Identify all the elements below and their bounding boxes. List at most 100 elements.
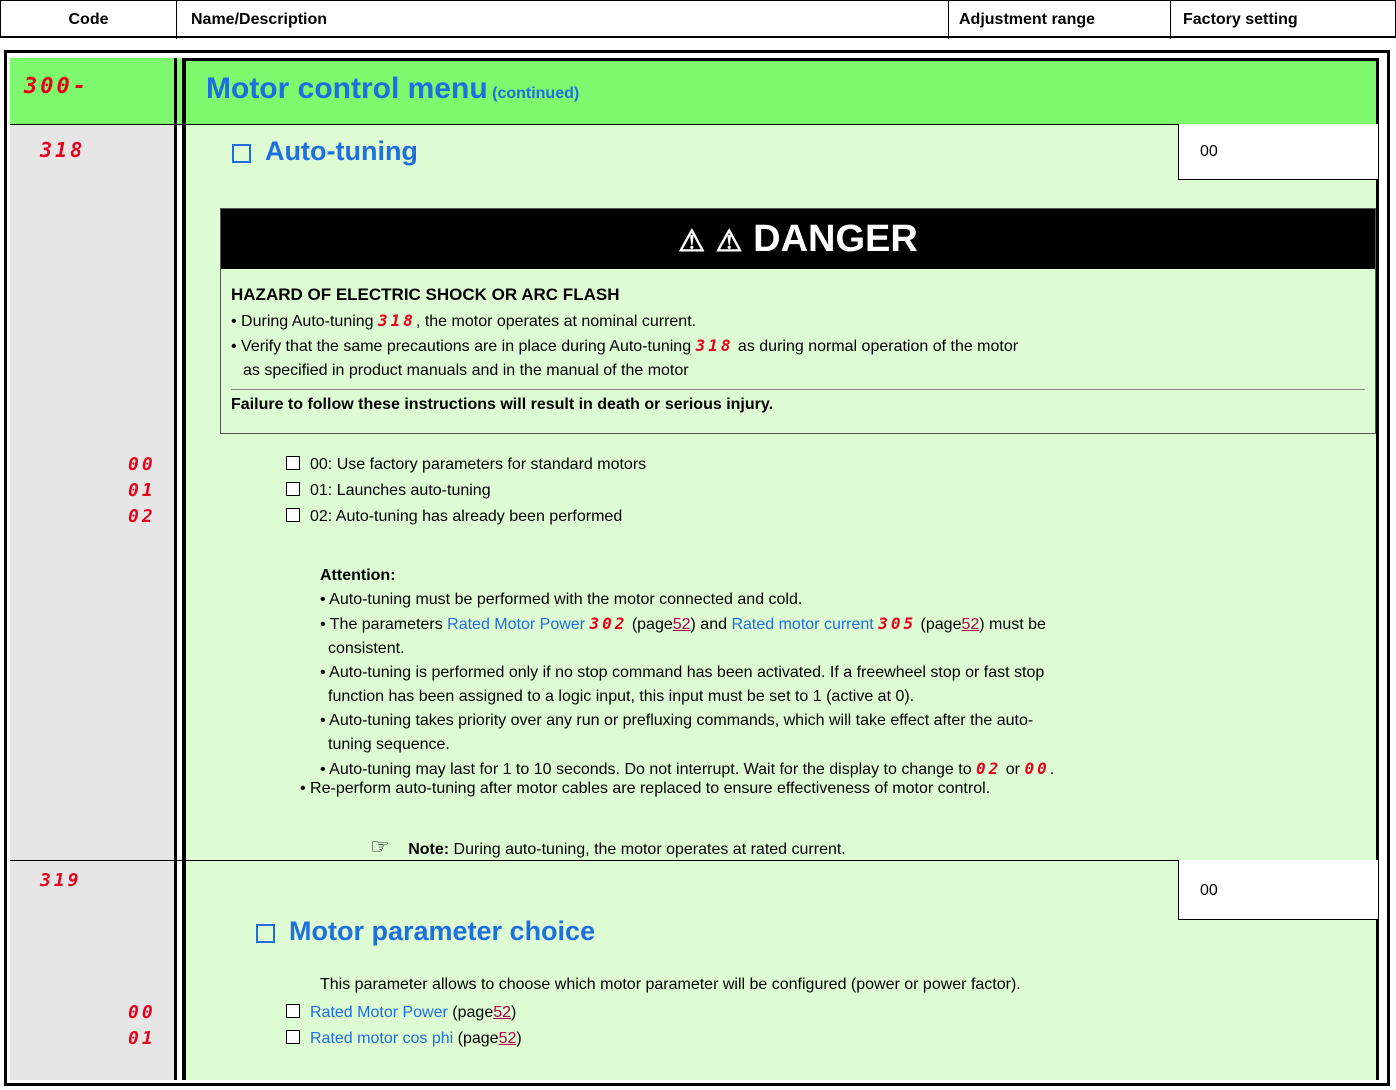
- motorparam-title-text: Motor parameter choice: [289, 916, 596, 946]
- separator-right: [1376, 58, 1379, 1080]
- link-page-52[interactable]: 52: [673, 616, 691, 633]
- note-text: During auto-tuning, the motor operates a…: [453, 841, 846, 858]
- mp-code-01: 01: [128, 1028, 156, 1049]
- option-codes: 00 01 02: [128, 452, 156, 530]
- checkbox-icon: [286, 481, 300, 496]
- att-5-or: or: [1005, 761, 1020, 778]
- link-page-52[interactable]: 52: [499, 1030, 517, 1047]
- note-label: Note:: [408, 841, 450, 858]
- menu-title-suffix: (continued): [492, 85, 580, 102]
- checkbox-icon: [286, 1003, 300, 1018]
- checkbox-icon: [232, 144, 251, 164]
- menu-code: 300-: [24, 74, 89, 99]
- mp-code-00: 00: [128, 1002, 156, 1023]
- att-2-p2-open: (page: [920, 616, 962, 633]
- att-5-text: Auto-tuning may last for 1 to 10 seconds…: [329, 761, 972, 778]
- option-02: 02: Auto-tuning has already been perform…: [286, 504, 646, 530]
- menu-title-text: Motor control menu: [206, 72, 488, 105]
- att-4-a: Auto-tuning takes priority over any run …: [329, 712, 1034, 729]
- warning-icon: ⚠: [715, 225, 743, 258]
- danger-box: ⚠ ⚠ DANGER HAZARD OF ELECTRIC SHOCK OR A…: [220, 208, 1376, 434]
- att-2: • The parameters Rated Motor Power 302 (…: [320, 614, 1046, 633]
- opt-code-01: 01: [128, 480, 156, 501]
- danger-banner: ⚠ ⚠ DANGER: [221, 209, 1375, 269]
- danger-heading: HAZARD OF ELECTRIC SHOCK OR ARC FLASH: [231, 285, 620, 304]
- b1-a: During Auto-tuning: [241, 313, 374, 330]
- mp-opt1-close: ): [511, 1004, 517, 1021]
- mp-option-1: Rated Motor Power (page52): [286, 1000, 522, 1026]
- motorparam-option-codes: 00 01: [128, 1000, 156, 1052]
- mp-opt2-open: (page: [457, 1030, 499, 1047]
- att-5-code2: 00: [1024, 759, 1050, 778]
- shock-warning-icon: ⚠: [678, 225, 706, 258]
- mp-opt1-open: (page: [452, 1004, 494, 1021]
- att-3-a: Auto-tuning is performed only if no stop…: [329, 664, 1045, 681]
- autotune-title-text: Auto-tuning: [265, 136, 418, 166]
- link-rated-motor-power[interactable]: Rated Motor Power: [447, 616, 585, 633]
- att-5-code1: 02: [976, 759, 1002, 778]
- motorparam-factory: 00: [1200, 882, 1218, 899]
- link-rated-motor-cos-phi[interactable]: Rated motor cos phi: [310, 1030, 453, 1047]
- opt-code-02: 02: [128, 506, 156, 527]
- row-divider: [10, 860, 1378, 861]
- header-name: Name/Description: [177, 1, 949, 39]
- opt-code-00: 00: [128, 454, 156, 475]
- menu-title: Motor control menu (continued): [206, 72, 579, 106]
- att-4-b: tuning sequence.: [328, 736, 450, 753]
- motorparam-desc: This parameter allows to choose which mo…: [320, 976, 1021, 993]
- danger-title: DANGER: [753, 218, 918, 260]
- separator-left-2: [182, 58, 186, 1080]
- attention-label: Attention:: [320, 567, 396, 584]
- b1-code: 318: [378, 311, 416, 330]
- link-rated-motor-current[interactable]: Rated motor current: [731, 616, 873, 633]
- att-3-b: function has been assigned to a logic in…: [328, 688, 915, 705]
- option-01-text: 01: Launches auto-tuning: [310, 482, 491, 499]
- b2-a: Verify that the same precautions are in …: [241, 338, 692, 355]
- checkbox-icon: [286, 1029, 300, 1044]
- link-page-52[interactable]: 52: [961, 616, 979, 633]
- row-divider: [10, 124, 1378, 125]
- b2-b: as during normal operation of the motor: [737, 338, 1019, 355]
- option-00-text: 00: Use factory parameters for standard …: [310, 456, 647, 473]
- att-4: • Auto-tuning takes priority over any ru…: [320, 712, 1034, 729]
- table-header: Code Name/Description Adjustment range F…: [0, 0, 1396, 39]
- att-2-b: consistent.: [328, 640, 405, 657]
- b1-b: , the motor operates at nominal current.: [415, 313, 697, 330]
- header-code: Code: [1, 1, 177, 39]
- pointing-hand-icon: ☞: [370, 834, 390, 859]
- danger-footer: Failure to follow these instructions wil…: [231, 396, 774, 413]
- att-2-code2: 305: [878, 614, 917, 633]
- top-double-line: [186, 58, 1378, 61]
- header-range: Adjustment range: [949, 1, 1171, 39]
- b2-c: as specified in product manuals and in t…: [243, 362, 689, 379]
- att-2-code1: 302: [589, 614, 628, 633]
- motorparam-options: Rated Motor Power (page52) Rated motor c…: [286, 1000, 522, 1052]
- reperform: • Re-perform auto-tuning after motor cab…: [300, 780, 991, 797]
- autotune-factory: 00: [1200, 143, 1218, 160]
- link-page-52[interactable]: 52: [493, 1004, 511, 1021]
- mp-opt2-close: ): [516, 1030, 522, 1047]
- header-factory: Factory setting: [1183, 11, 1298, 28]
- autotune-options: 00: Use factory parameters for standard …: [286, 452, 646, 530]
- att-1-text: Auto-tuning must be performed with the m…: [329, 591, 803, 608]
- danger-bullet-1: • During Auto-tuning 318, the motor oper…: [231, 311, 697, 330]
- separator-left-1: [174, 58, 177, 1080]
- att-2-a: The parameters: [329, 616, 443, 633]
- option-01: 01: Launches auto-tuning: [286, 478, 646, 504]
- link-rated-motor-power[interactable]: Rated Motor Power: [310, 1004, 448, 1021]
- att-5: • Auto-tuning may last for 1 to 10 secon…: [320, 759, 1055, 778]
- checkbox-icon: [286, 455, 300, 470]
- mp-option-2: Rated motor cos phi (page52): [286, 1026, 522, 1052]
- att-5-end: .: [1049, 761, 1055, 778]
- motorparam-code: 319: [40, 870, 82, 891]
- autotune-title: Auto-tuning: [232, 136, 418, 167]
- reperform-text: Re-perform auto-tuning after motor cable…: [310, 780, 991, 797]
- att-2-p1-open: (page: [631, 616, 673, 633]
- danger-bullet-2: • Verify that the same precautions are i…: [231, 336, 1019, 355]
- att-2-p2-close: ) must be: [979, 616, 1046, 633]
- checkbox-icon: [256, 924, 275, 944]
- checkbox-icon: [286, 507, 300, 522]
- option-00: 00: Use factory parameters for standard …: [286, 452, 646, 478]
- motorparam-title: Motor parameter choice: [256, 916, 595, 947]
- autotune-code: 318: [40, 138, 86, 162]
